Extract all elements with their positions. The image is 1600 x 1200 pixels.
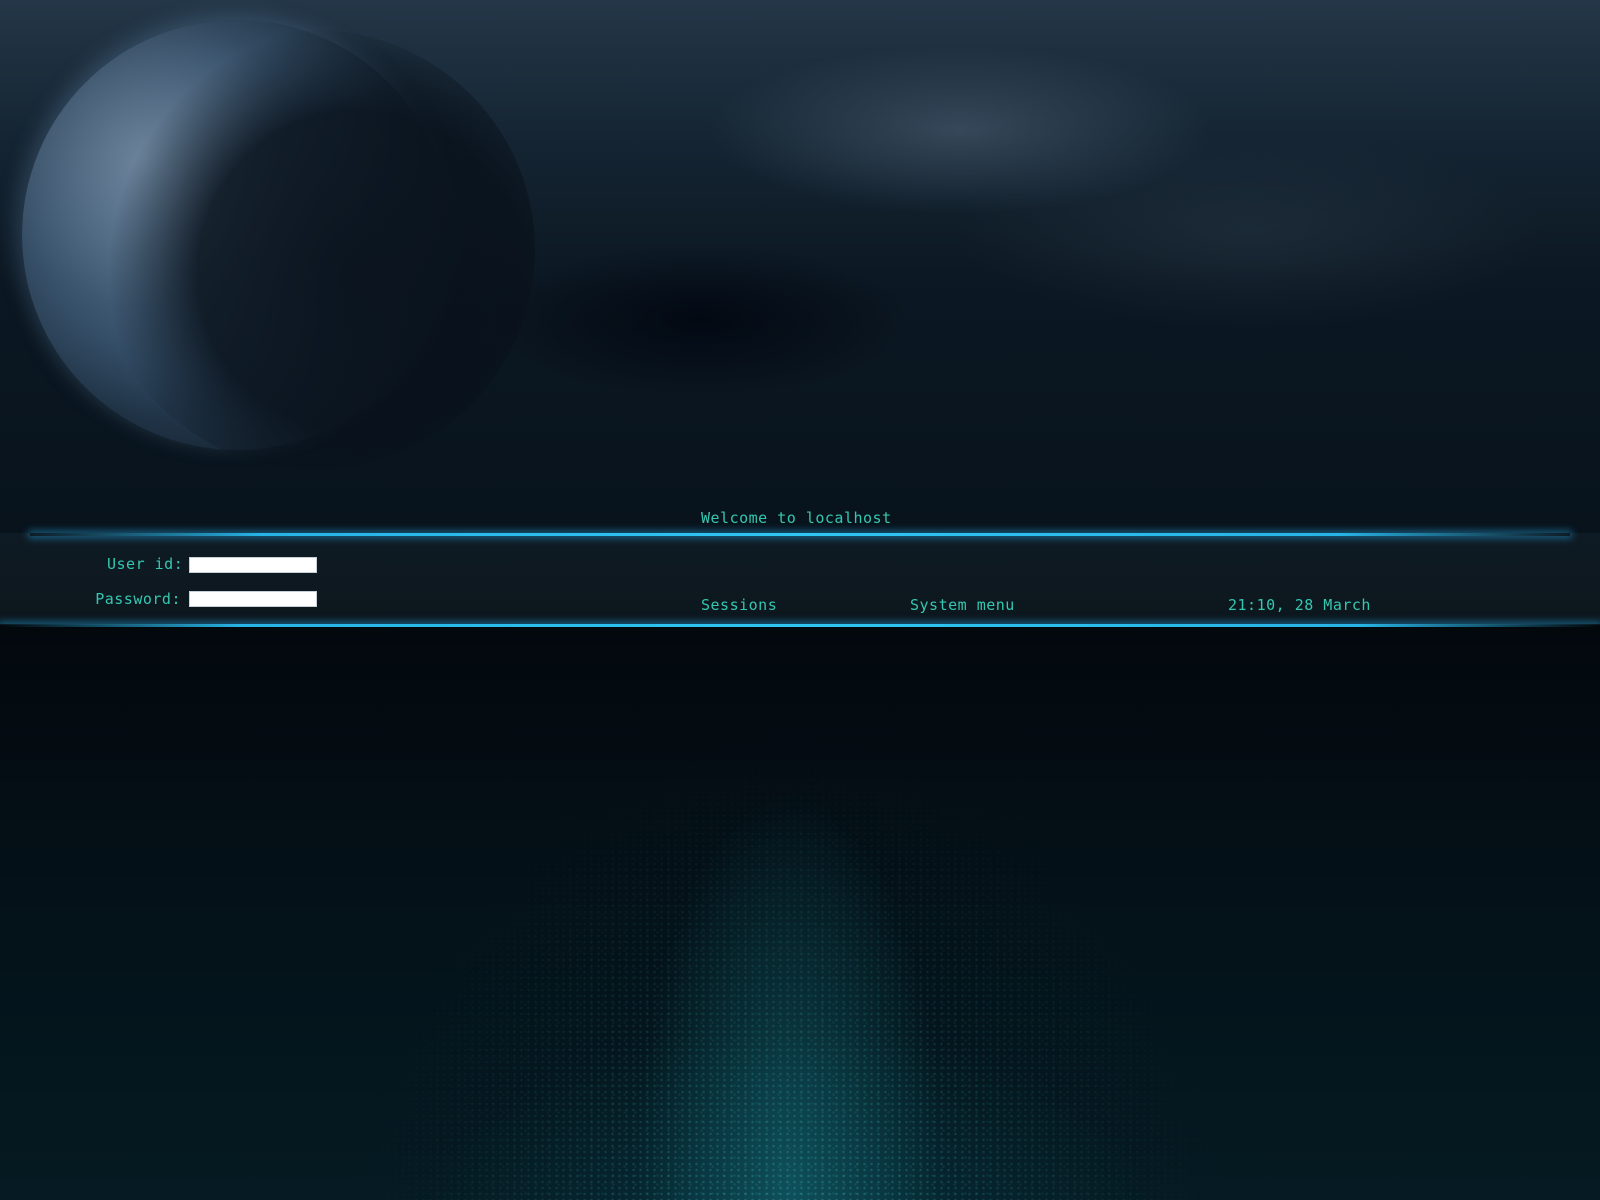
sessions-menu-button[interactable]: Sessions <box>701 596 777 614</box>
moon-shadow <box>95 30 535 470</box>
clock-display: 21:10, 28 March <box>1228 596 1371 614</box>
moonlight-reflection <box>0 627 1600 1200</box>
welcome-message: Welcome to localhost <box>701 509 892 527</box>
login-screen: Welcome to localhost User id: Password: … <box>0 0 1600 1200</box>
user-id-label: User id: <box>107 555 184 573</box>
panel-top-glow-line <box>30 533 1570 536</box>
password-label: Password: <box>95 590 181 608</box>
system-menu-button[interactable]: System menu <box>910 596 1015 614</box>
password-input[interactable] <box>189 591 317 607</box>
user-id-input[interactable] <box>189 557 317 573</box>
